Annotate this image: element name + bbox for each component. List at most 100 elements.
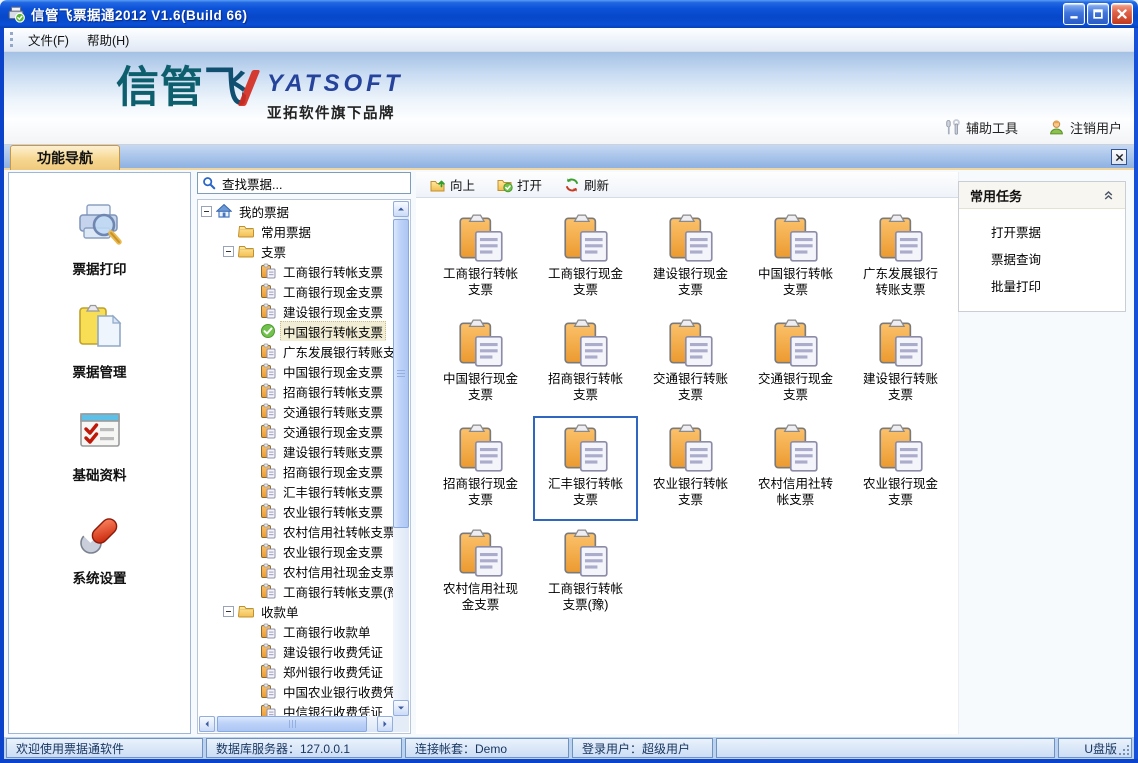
common-tasks-title: 常用任务 [970,186,1022,205]
maximize-button[interactable] [1087,3,1109,25]
open-button[interactable]: 打开 [491,173,548,196]
tree-item-label: 工商银行转帐支票(豫) [280,581,393,601]
tree-expander-icon[interactable] [201,206,212,217]
tree-item[interactable]: 中国银行现金支票 [199,361,393,381]
tree-item-label: 农村信用社转帐支票 [280,521,393,541]
up-button-label: 向上 [450,175,475,194]
tree-item[interactable]: 交通银行转账支票 [199,401,393,421]
tree-item-label: 农村信用社现金支票 [280,561,393,581]
grid-item[interactable]: 招商银行现金支票 [428,416,533,521]
clipboard-icon [260,363,276,379]
grid-item-label: 建设银行现金支票 [651,266,731,299]
tree-item[interactable]: 招商银行现金支票 [199,461,393,481]
tree-item[interactable]: 交通银行现金支票 [199,421,393,441]
clipboard-document-icon [664,211,718,265]
tree-item[interactable]: 郑州银行收费凭证 [199,661,393,681]
grid-item[interactable]: 工商银行现金支票 [533,206,638,311]
minimize-button[interactable] [1063,3,1085,25]
clipboard-icon [260,443,276,459]
logo-mark: 飞 [204,67,252,110]
tree-item[interactable]: 中国农业银行收费凭证 [199,681,393,701]
grid-item[interactable]: 中国银行转帐支票 [743,206,848,311]
tree-item[interactable]: 收款单 [199,601,393,621]
grid-item[interactable]: 招商银行转帐支票 [533,311,638,416]
grid-item-label: 工商银行转帐支票(豫) [546,581,626,614]
clipboard-icon [260,663,276,679]
grid-item-label: 中国银行转帐支票 [756,266,836,299]
grid-item[interactable]: 农村信用社转帐支票 [743,416,848,521]
sidebar-item-bill-print[interactable]: 票据打印 [9,199,190,278]
task-item-bill-query[interactable]: 票据查询 [959,245,1125,272]
tree-item[interactable]: 工商银行转帐支票(豫) [199,581,393,601]
logout-user-button[interactable]: 注销用户 [1048,118,1122,137]
auxiliary-tools-button[interactable]: 辅助工具 [944,118,1018,137]
tree-item[interactable]: 汇丰银行转帐支票 [199,481,393,501]
grid-item[interactable]: 汇丰银行转帐支票 [533,416,638,521]
tree-item-label: 建设银行转账支票 [280,441,386,461]
tree-item[interactable]: 中国银行转帐支票 [199,321,393,341]
grid-item[interactable]: 农业银行现金支票 [848,416,953,521]
up-button[interactable]: 向上 [424,173,481,196]
tree-item[interactable]: 农村信用社现金支票 [199,561,393,581]
scroll-thumb[interactable] [217,716,367,732]
scroll-down-button[interactable] [393,700,409,716]
grid-item[interactable]: 工商银行转帐支票 [428,206,533,311]
grid-item[interactable]: 农村信用社现金支票 [428,521,533,626]
sidebar-item-system-settings[interactable]: 系统设置 [9,508,190,587]
tree-expander-icon[interactable] [223,246,234,257]
menu-item-help[interactable]: 帮助(H) [78,27,138,52]
grid-item[interactable]: 建设银行转账支票 [848,311,953,416]
grid-item[interactable]: 建设银行现金支票 [638,206,743,311]
grid-item[interactable]: 广东发展银行转账支票 [848,206,953,311]
search-input[interactable] [220,175,406,191]
sidebar: 票据打印 票据管理 基础资料 系统设置 [8,172,191,734]
clipboard-document-icon [559,421,613,475]
sidebar-item-bill-manage[interactable]: 票据管理 [9,302,190,381]
status-edition-label: U盘版 [1084,740,1117,757]
window-title: 信管飞票据通2012 V1.6(Build 66) [31,4,1063,24]
tree-expander-icon[interactable] [223,606,234,617]
task-item-batch-print[interactable]: 批量打印 [959,272,1125,299]
tree-item-label: 工商银行现金支票 [280,281,386,301]
tree-item[interactable]: 广东发展银行转账支票 [199,341,393,361]
home-icon [216,203,232,219]
tree-item[interactable]: 工商银行转帐支票 [199,261,393,281]
tree-item[interactable]: 建设银行收费凭证 [199,641,393,661]
tree-item[interactable]: 农业银行现金支票 [199,541,393,561]
scroll-right-button[interactable] [377,716,393,732]
scroll-thumb[interactable] [393,219,409,528]
vertical-scrollbar[interactable] [393,201,409,716]
tree-item[interactable]: 招商银行转帐支票 [199,381,393,401]
close-button[interactable] [1111,3,1133,25]
tree-item[interactable]: 我的票据 [199,201,393,221]
tree-item-label: 支票 [258,241,289,261]
resize-grip[interactable] [1127,753,1129,755]
tree-item[interactable]: 工商银行收款单 [199,621,393,641]
tree-item[interactable]: 农村信用社转帐支票 [199,521,393,541]
grid-item[interactable]: 交通银行现金支票 [743,311,848,416]
tree-item[interactable]: 农业银行转帐支票 [199,501,393,521]
grid-item[interactable]: 工商银行转帐支票(豫) [533,521,638,626]
menubar-grip[interactable] [10,32,13,47]
horizontal-scrollbar[interactable] [199,716,393,732]
tree-item[interactable]: 支票 [199,241,393,261]
tree-item[interactable]: 中信银行收费凭证 [199,701,393,716]
chevron-up-icon[interactable] [1103,190,1114,201]
refresh-button[interactable]: 刷新 [558,173,615,196]
grid-item[interactable]: 中国银行现金支票 [428,311,533,416]
tree-item-label: 汇丰银行转帐支票 [280,481,386,501]
grid-item[interactable]: 农业银行转帐支票 [638,416,743,521]
clipboard-document-icon [874,421,928,475]
tree-item[interactable]: 常用票据 [199,221,393,241]
tree-item[interactable]: 工商银行现金支票 [199,281,393,301]
scroll-left-button[interactable] [199,716,215,732]
tree-item[interactable]: 建设银行转账支票 [199,441,393,461]
tree-item[interactable]: 建设银行现金支票 [199,301,393,321]
scroll-up-button[interactable] [393,201,409,217]
tab-function-navigation[interactable]: 功能导航 [10,145,120,170]
task-item-open-bill[interactable]: 打开票据 [959,218,1125,245]
panel-close-button[interactable] [1111,149,1127,165]
menu-item-file[interactable]: 文件(F) [19,27,78,52]
grid-item[interactable]: 交通银行转账支票 [638,311,743,416]
sidebar-item-base-data[interactable]: 基础资料 [9,405,190,484]
